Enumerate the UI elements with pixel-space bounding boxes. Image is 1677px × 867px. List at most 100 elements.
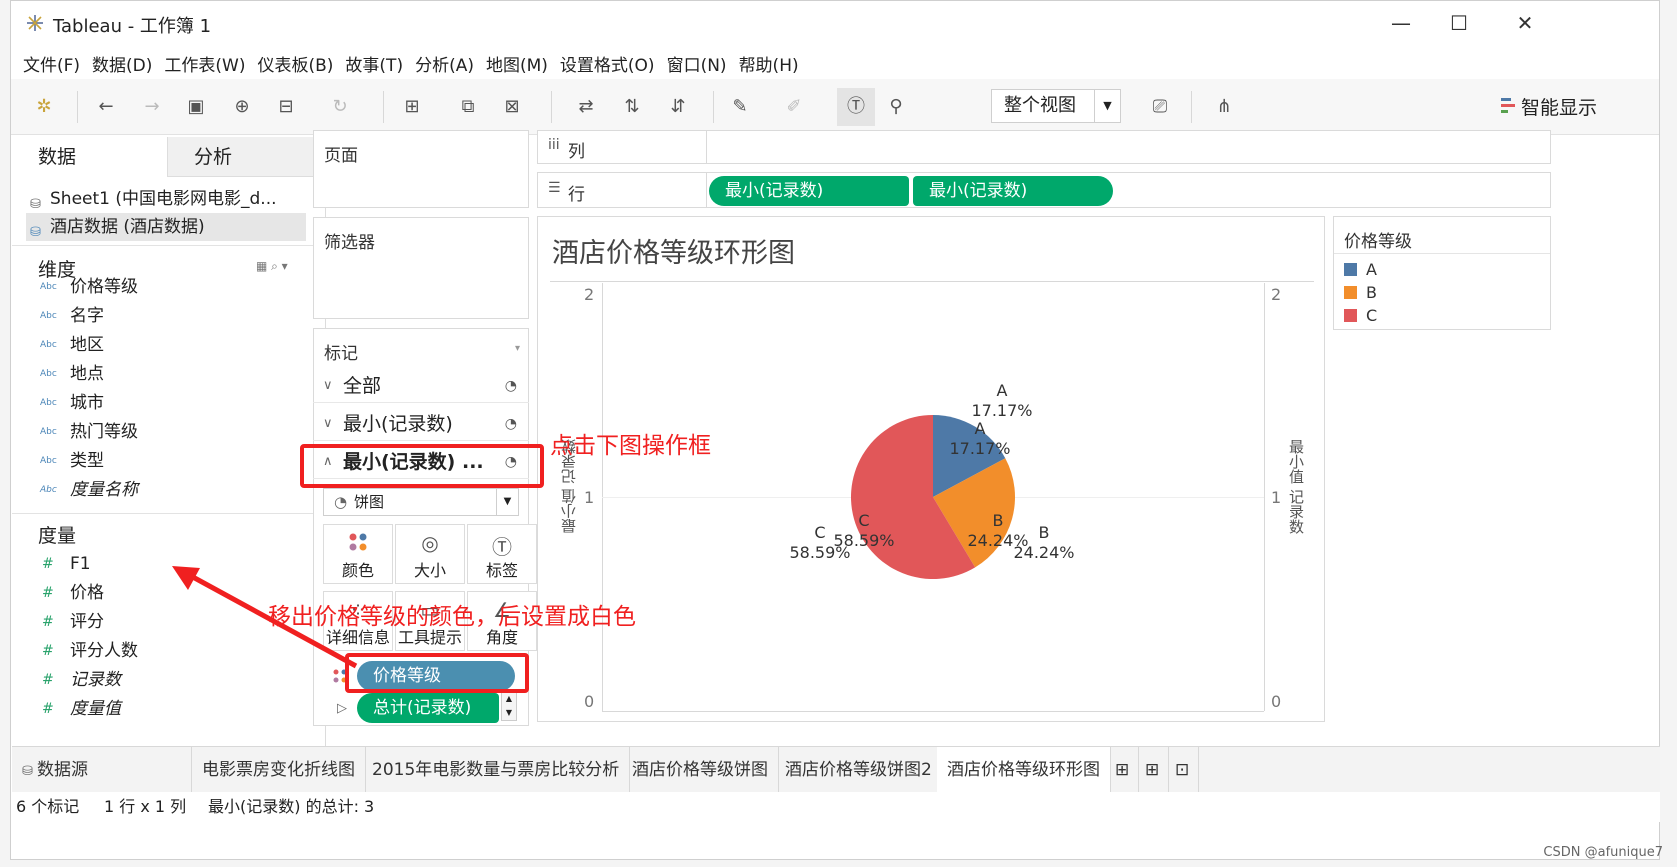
presentation-mode-icon[interactable]: ⎚ [1149, 96, 1171, 118]
rows-icon: ☰ [548, 180, 561, 196]
save-icon[interactable]: ▣ [185, 96, 207, 118]
measures-header: 度量 [38, 525, 77, 547]
legend-item-c[interactable]: C [1344, 305, 1377, 327]
filters-shelf[interactable]: 筛选器 [313, 217, 529, 319]
menu-window[interactable]: 窗口(N) [667, 51, 727, 76]
angle-pill-record-sum[interactable]: 总计(记录数) [357, 693, 499, 723]
chevron-down-icon[interactable]: ▾ [515, 343, 520, 354]
tab-data-source[interactable]: ⛁ 数据源 [12, 747, 192, 793]
undo-icon[interactable]: ← [95, 96, 117, 118]
menu-analysis[interactable]: 分析(A) [415, 51, 474, 76]
view-options-icon[interactable]: ▦ ⌕ ▾ [256, 259, 288, 274]
color-icon [324, 531, 392, 557]
field-name[interactable]: Abc 名字 [40, 302, 300, 330]
sort-descending-icon[interactable]: ⇵ [667, 96, 689, 118]
field-region[interactable]: Abc 地区 [40, 331, 300, 359]
highlight-icon[interactable]: ✎ [729, 96, 751, 118]
divider [706, 131, 707, 163]
clear-sheet-icon[interactable]: ⊠ [501, 96, 523, 118]
menu-story[interactable]: 故事(T) [345, 51, 403, 76]
new-story-tab-icon[interactable]: ⊡ [1169, 747, 1199, 793]
group-icon[interactable]: ✐ [783, 96, 805, 118]
pie-label-a-pct: 17.17% [971, 401, 1033, 420]
datasource-hotel[interactable]: ⛁ 酒店数据 (酒店数据) [26, 213, 306, 241]
fit-view-select[interactable]: 整个视图 ▼ [991, 89, 1121, 123]
fix-axes-icon[interactable]: ⚲ [885, 96, 907, 118]
field-record-count[interactable]: # 记录数 [40, 666, 300, 694]
legend-item-a[interactable]: A [1344, 259, 1377, 281]
tab-sheet-hotel-donut[interactable]: 酒店价格等级环形图 [937, 747, 1111, 793]
field-price-level[interactable]: Abc 价格等级 [40, 273, 300, 301]
pie-label-b-cat-inner: B [992, 511, 1004, 530]
pause-updates-icon[interactable]: ⊟ [275, 96, 297, 118]
annotation-arrow [172, 566, 358, 669]
field-label: 热门等级 [70, 422, 138, 442]
new-worksheet-icon[interactable]: ⊞ [401, 96, 423, 118]
field-location[interactable]: Abc 地点 [40, 360, 300, 388]
legend-divider [1334, 253, 1550, 254]
redo-icon[interactable]: → [141, 96, 163, 118]
new-dashboard-tab-icon[interactable]: ⊞ [1139, 747, 1169, 793]
marks-scrollbar[interactable]: ▲ ▼ [501, 691, 517, 721]
mark-type-select[interactable]: ◔ 饼图 ▼ [323, 488, 519, 516]
label-button[interactable]: Ⓣ 标签 [467, 524, 537, 584]
pie-icon: ◔ [504, 416, 517, 432]
field-type[interactable]: Abc 类型 [40, 447, 300, 475]
tab-sheet-2015-analysis[interactable]: 2015年电影数量与票房比较分析 [362, 747, 631, 793]
close-button[interactable]: ✕ [1505, 9, 1545, 37]
abc-icon: Abc [40, 282, 57, 292]
tableau-home-icon[interactable]: ✲ [33, 96, 55, 118]
viz-view: 酒店价格等级环形图 2 1 0 2 1 0 最小值 记录数 最小值 记录数 A1… [537, 216, 1325, 722]
field-measure-names[interactable]: Abc 度量名称 [40, 476, 300, 504]
maximize-button[interactable]: ☐ [1439, 9, 1479, 37]
tab-sheet-hotel-pie[interactable]: 酒店价格等级饼图 [622, 747, 779, 793]
new-datasource-icon[interactable]: ⊕ [231, 96, 253, 118]
legend-label: C [1366, 306, 1378, 325]
refresh-icon[interactable]: ↻ [329, 96, 351, 118]
menu-data[interactable]: 数据(D) [92, 51, 152, 76]
tab-data[interactable]: 数据 [12, 137, 167, 177]
menu-help[interactable]: 帮助(H) [739, 51, 799, 76]
show-me-button[interactable]: 智能显示 [1521, 93, 1597, 120]
hash-icon: # [42, 672, 54, 688]
swap-rows-columns-icon[interactable]: ⇄ [575, 96, 597, 118]
chevron-down-icon[interactable]: ▼ [496, 489, 518, 515]
hash-icon: # [42, 556, 54, 572]
tab-analysis[interactable]: 分析 [167, 137, 322, 177]
pie-chart[interactable] [538, 217, 1324, 721]
sort-ascending-icon[interactable]: ⇅ [621, 96, 643, 118]
row-pill-min-records-2[interactable]: 最小(记录数) [913, 176, 1113, 206]
pages-shelf[interactable]: 页面 [313, 130, 529, 208]
field-city[interactable]: Abc 城市 [40, 389, 300, 417]
abc-icon: Abc [40, 369, 57, 379]
share-icon[interactable]: ⋔ [1213, 96, 1235, 118]
color-legend: 价格等级 A B C [1333, 216, 1551, 330]
marks-all-row[interactable]: ∨ 全部 ◔ [313, 369, 529, 403]
abc-icon: Abc [40, 398, 57, 408]
tab-sheet-box-office[interactable]: 电影票房变化折线图 [192, 747, 366, 793]
size-button[interactable]: ◎ 大小 [395, 524, 465, 584]
tab-sheet-hotel-pie2[interactable]: 酒店价格等级饼图2 [775, 747, 943, 793]
datasource-sheet1[interactable]: ⛁ Sheet1 (中国电影网电影_d... [26, 185, 306, 213]
minimize-button[interactable]: — [1381, 9, 1421, 37]
tab-label: 数据源 [37, 760, 89, 780]
duplicate-sheet-icon[interactable]: ⧉ [457, 96, 479, 118]
window-title: Tableau - 工作簿 1 [53, 16, 212, 37]
menu-dashboard[interactable]: 仪表板(B) [257, 51, 333, 76]
menu-worksheet[interactable]: 工作表(W) [164, 51, 245, 76]
row-pill-min-records-1[interactable]: 最小(记录数) [709, 176, 909, 206]
chevron-down-icon[interactable]: ▼ [1094, 90, 1120, 122]
menu-file[interactable]: 文件(F) [23, 51, 80, 76]
legend-item-b[interactable]: B [1344, 282, 1377, 304]
menu-map[interactable]: 地图(M) [486, 51, 548, 76]
field-label: 评分 [70, 612, 104, 632]
marks-min1-row[interactable]: ∨ 最小(记录数) ◔ [313, 407, 529, 441]
field-measure-values[interactable]: # 度量值 [40, 695, 300, 723]
field-popularity[interactable]: Abc 热门等级 [40, 418, 300, 446]
columns-shelf[interactable]: iii 列 [537, 130, 1551, 164]
show-mark-labels-icon[interactable]: Ⓣ [837, 88, 875, 126]
status-sum: 最小(记录数) 的总计: 3 [208, 797, 375, 816]
new-worksheet-tab-icon[interactable]: ⊞ [1109, 747, 1139, 793]
menu-format[interactable]: 设置格式(O) [560, 51, 655, 76]
divider [706, 173, 707, 207]
